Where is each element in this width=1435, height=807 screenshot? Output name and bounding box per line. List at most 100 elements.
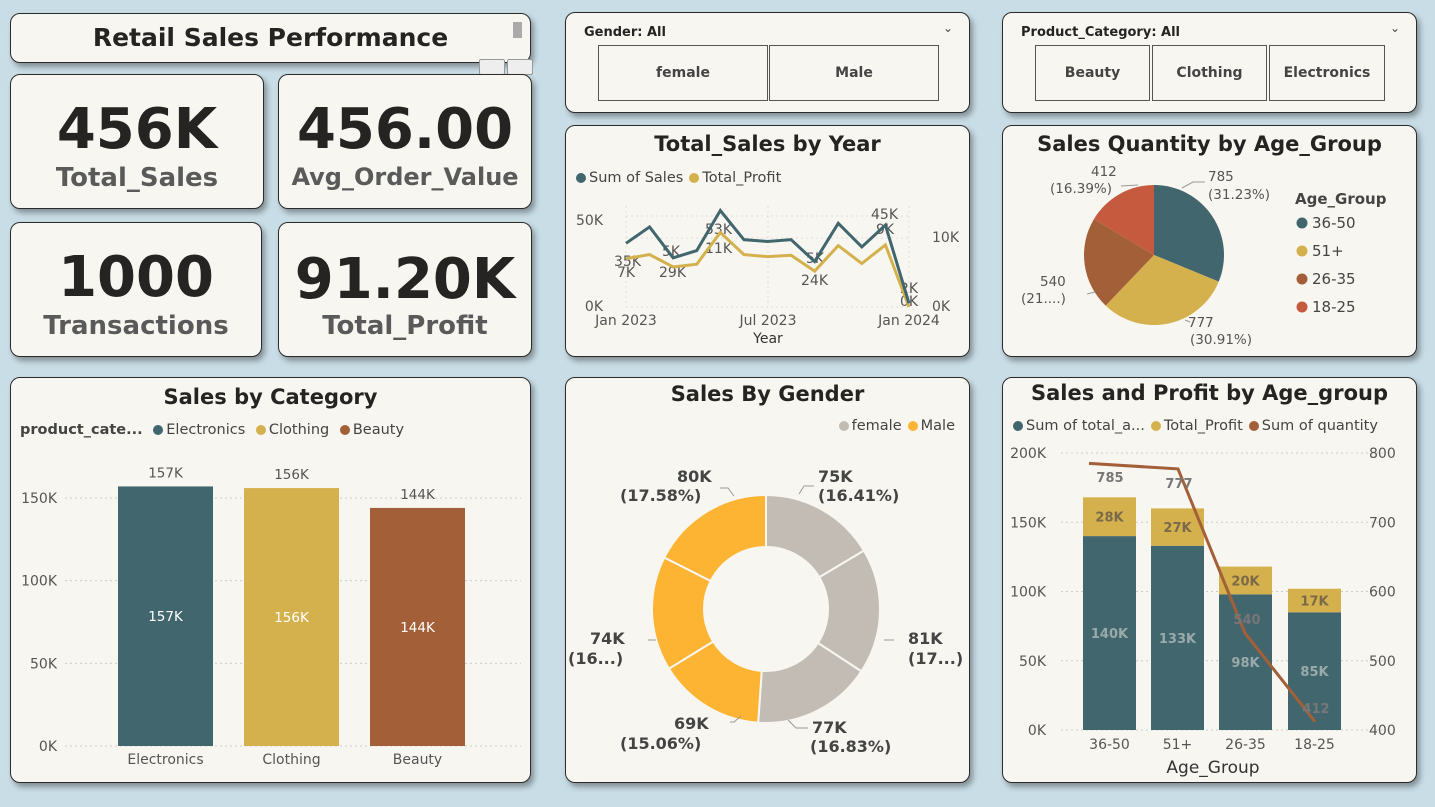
category-option-clothing[interactable]: Clothing	[1152, 45, 1267, 101]
data-label: 69K	[674, 714, 709, 733]
x-tick-label: Clothing	[262, 752, 320, 768]
y-tick-label: 100K	[1010, 585, 1047, 601]
y-tick-label: 400	[1369, 723, 1396, 739]
data-label: 45K	[871, 207, 899, 223]
data-label: 28K	[1095, 511, 1124, 526]
kpi-value: 91.20K	[294, 247, 516, 312]
visual-header-icon[interactable]	[479, 59, 505, 75]
data-label: 540	[1233, 613, 1260, 628]
kpi-card-transactions: 1000 Transactions	[10, 222, 262, 357]
y-tick-label: 150K	[21, 491, 58, 507]
category-option-electronics[interactable]: Electronics	[1269, 45, 1385, 101]
x-tick-label: Jan 2023	[594, 313, 657, 329]
data-label: 77K	[812, 718, 847, 737]
y-tick-label: 700	[1369, 515, 1396, 531]
legend-item: 26-35	[1312, 270, 1356, 288]
chevron-down-icon[interactable]: ⌄	[1390, 21, 1400, 35]
leader-line	[720, 487, 735, 497]
y-tick-label: 0K	[39, 739, 58, 755]
data-label: (17.58%)	[620, 486, 701, 505]
data-label: 777	[1165, 477, 1192, 492]
leader-line	[1181, 181, 1205, 189]
gender-slicer: Gender: All ⌄ female Male	[565, 12, 970, 113]
legend-item: 36-50	[1312, 214, 1356, 232]
x-tick-label: Electronics	[127, 752, 203, 768]
data-label: 157K	[148, 465, 184, 481]
x-tick-label: 51+	[1163, 737, 1193, 753]
gender-slicer-title: Gender: All	[584, 25, 666, 40]
sales-by-year-card: Total_Sales by Year Sum of Sales Total_Pr…	[565, 125, 970, 357]
kpi-label: Avg_Order_Value	[291, 163, 519, 191]
gender-option-female[interactable]: female	[598, 45, 768, 101]
legend-dot	[1296, 245, 1308, 257]
data-label: (16.83%)	[810, 737, 891, 756]
chevron-down-icon[interactable]: ⌄	[943, 21, 953, 35]
y-tick-label: 200K	[1010, 446, 1047, 462]
x-tick-label: 26-35	[1225, 737, 1266, 753]
legend-dot	[1296, 273, 1308, 285]
kpi-card-avg-order-value: 456.00 Avg_Order_Value	[278, 74, 532, 209]
visual-header-icon[interactable]	[507, 59, 533, 75]
kpi-value: 456.00	[296, 97, 514, 162]
line-chart: 0K50K0K10KJan 2023 Jul 2023 Jan 2024Year35…	[576, 206, 960, 347]
x-tick-label: Jan 2024	[877, 313, 940, 329]
legend-title: Age_Group	[1295, 190, 1387, 208]
data-label: 74K	[590, 629, 625, 648]
kpi-label: Total_Sales	[55, 163, 219, 193]
y-tick-label: 600	[1369, 585, 1396, 601]
data-label: (16...)	[568, 649, 623, 668]
data-label: 75K	[818, 467, 853, 486]
bar-chart: 0K 50K 100K 150K 157K 157K Electronics 156K 156K…	[21, 465, 521, 768]
data-label: 17K	[1300, 595, 1329, 610]
data-label: 777	[1188, 315, 1214, 331]
data-label: 785	[1208, 169, 1234, 185]
data-label: (21....)	[1021, 291, 1066, 307]
y-tick-label: 10K	[932, 230, 960, 246]
data-label: 98K	[1231, 656, 1260, 671]
data-label: (16.39%)	[1050, 181, 1112, 197]
data-label: 156K	[274, 467, 310, 483]
data-label: (30.91%)	[1190, 332, 1252, 348]
x-tick-label: 18-25	[1294, 737, 1335, 753]
x-tick-label: Beauty	[393, 752, 442, 768]
combo-chart: 0K 400 50K 500 100K 600 150K 700 200K 800 140K 28K 3…	[1010, 446, 1396, 778]
donut-chart: 75K(16.41%) 81K(17...) 77K(16.83%) 69K(15.0…	[568, 467, 963, 756]
axis-title: Year	[752, 331, 783, 347]
data-label: (17...)	[908, 649, 963, 668]
leader-line	[1120, 184, 1139, 187]
y-tick-label: 800	[1369, 446, 1396, 462]
data-label: (31.23%)	[1208, 187, 1270, 203]
dashboard-title: Retail Sales Performance	[92, 23, 449, 52]
pie-chart: 785 (31.23%) 777(30.91%) 540(21....) 412(16.…	[1021, 164, 1387, 348]
legend-item: 51+	[1312, 242, 1344, 260]
y-tick-label: 50K	[576, 213, 604, 229]
kpi-label: Total_Profit	[322, 311, 488, 341]
axis-title: Age_Group	[1166, 758, 1259, 778]
data-label: 156K	[274, 610, 310, 626]
y-tick-label: 150K	[1010, 515, 1047, 531]
x-tick-label: 36-50	[1089, 737, 1130, 753]
data-label: 20K	[1231, 574, 1260, 589]
data-label: 540	[1040, 274, 1066, 290]
sales-by-gender-card: Sales By Gender female Male 75K (16.41%) 81…	[565, 377, 970, 783]
category-option-beauty[interactable]: Beauty	[1035, 45, 1150, 101]
data-label: 144K	[400, 620, 436, 636]
legend-dot	[1296, 217, 1308, 229]
data-label: 140K	[1091, 627, 1129, 642]
leader-line	[1086, 291, 1096, 295]
data-label: 412	[1091, 164, 1117, 180]
category-slicer-title: Product_Category: All	[1021, 25, 1181, 40]
kpi-label: Transactions	[43, 311, 229, 341]
leader-line	[798, 485, 814, 495]
data-label: 412	[1302, 702, 1329, 717]
sales-profit-by-age-card: Sales and Profit by Age_group Sum of tot…	[1002, 377, 1417, 783]
y-tick-label: 50K	[1019, 654, 1047, 670]
kpi-card-total-profit: 91.20K Total_Profit	[278, 222, 532, 357]
kpi-value: 1000	[58, 245, 214, 310]
data-label: 81K	[908, 629, 943, 648]
data-label: (15.06%)	[620, 734, 701, 753]
x-tick-label: Jul 2023	[739, 313, 797, 329]
gender-option-male[interactable]: Male	[769, 45, 939, 101]
scrollbar-thumb[interactable]	[513, 22, 522, 38]
y-tick-label: 100K	[21, 574, 58, 590]
